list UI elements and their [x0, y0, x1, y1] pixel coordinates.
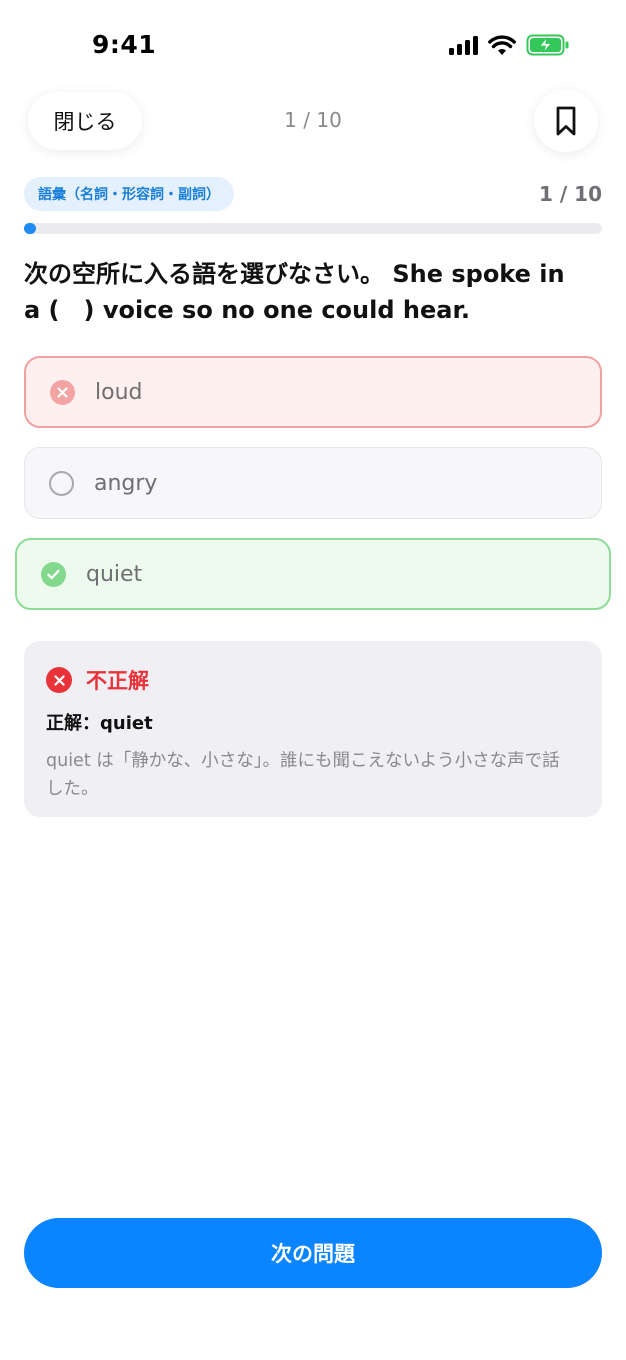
feedback-card: 不正解 正解：quiet quiet は「静かな、小さな」。誰にも聞こえないよう… [24, 641, 602, 817]
empty-circle-icon [49, 470, 74, 496]
status-icons [449, 34, 570, 56]
category-badge: 語彙（名詞・形容詞・副詞） [24, 177, 234, 211]
option-label: quiet [86, 561, 143, 587]
option-label: angry [94, 470, 158, 496]
question-counter: 1 / 10 [284, 108, 342, 132]
progress-bar [24, 223, 602, 234]
question-text: 次の空所に入る語を選びなさい。 She spoke in a ( ) voice… [24, 260, 565, 324]
status-time: 9:41 [92, 30, 157, 59]
feedback-status: 不正解 [86, 669, 149, 693]
option-loud[interactable]: loud [24, 356, 602, 428]
option-quiet[interactable]: quiet [15, 538, 611, 610]
correct-answer: 正解：quiet [46, 713, 153, 734]
x-circle-icon [50, 379, 75, 405]
progress-fill [24, 223, 36, 234]
explanation-text: quiet は「静かな、小さな」。誰にも聞こえないよう小さな声で話した。 [46, 751, 560, 799]
option-label: loud [95, 379, 143, 405]
bookmark-icon [556, 106, 576, 136]
check-circle-icon [41, 561, 66, 587]
progress-count: 1 / 10 [539, 182, 602, 206]
wifi-icon [488, 34, 516, 55]
next-question-button[interactable]: 次の問題 [24, 1218, 602, 1288]
status-bar: 9:41 [0, 0, 626, 90]
x-circle-icon [46, 667, 72, 693]
option-angry[interactable]: angry [24, 447, 602, 519]
bookmark-button[interactable] [534, 90, 598, 152]
feedback-header: 不正解 [46, 665, 580, 695]
cellular-signal-icon [449, 35, 478, 55]
battery-charging-icon [526, 34, 569, 56]
